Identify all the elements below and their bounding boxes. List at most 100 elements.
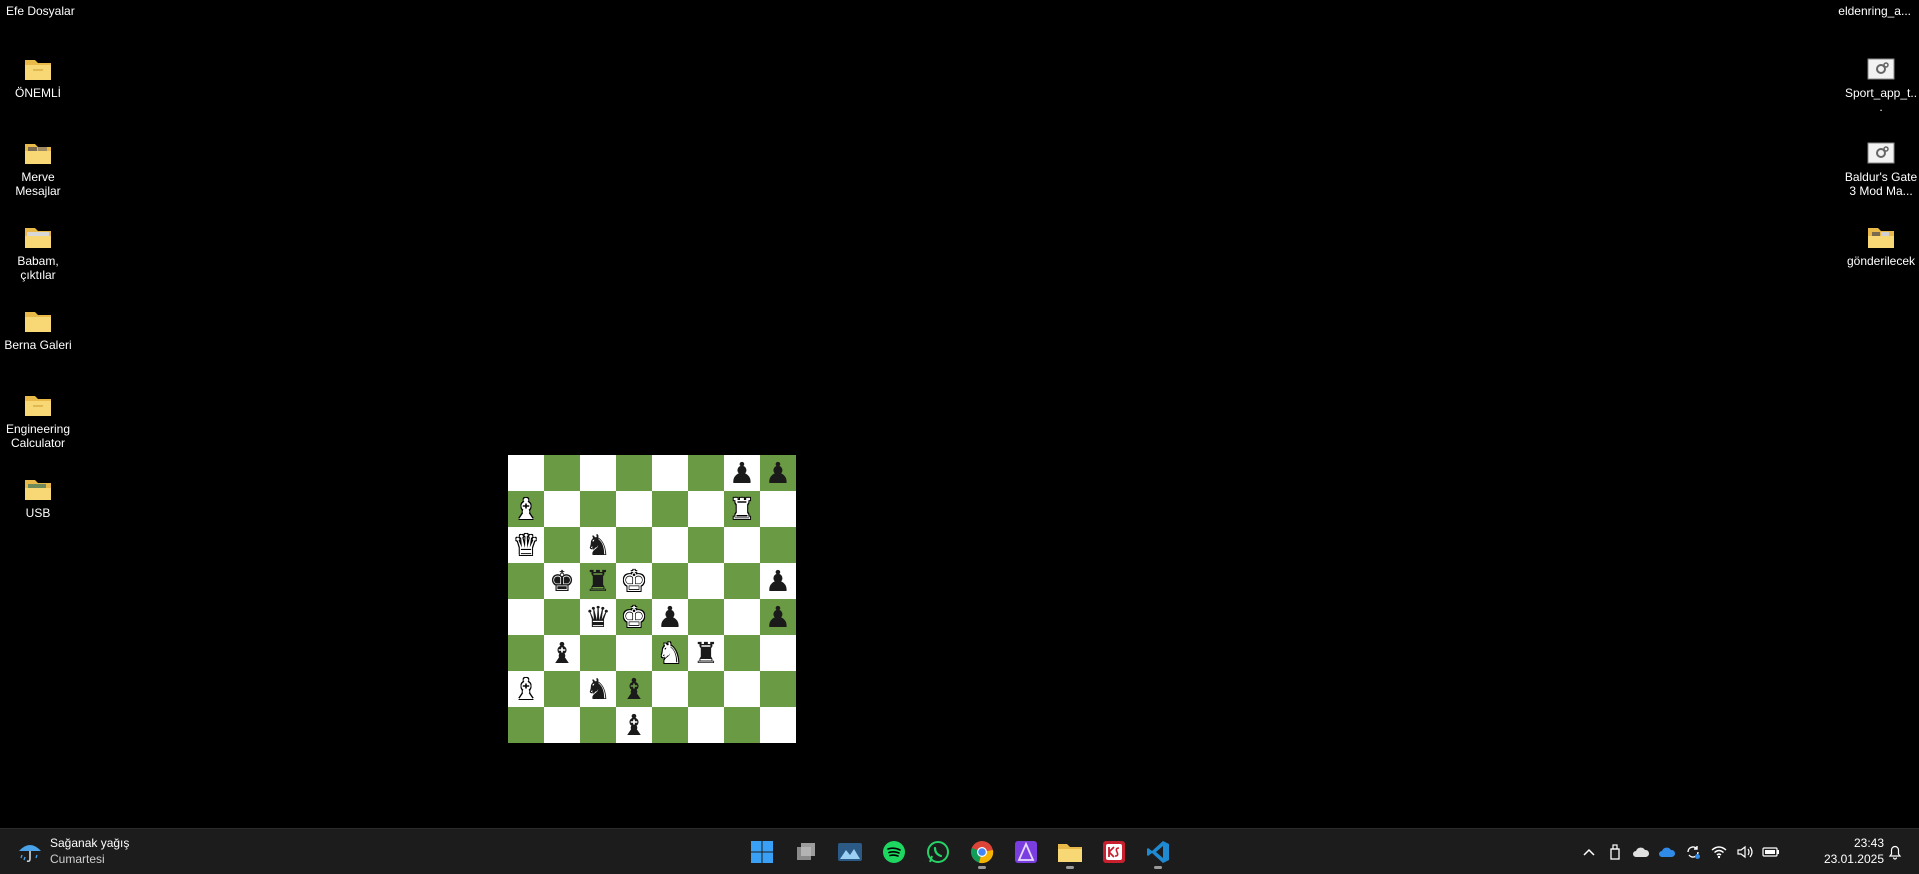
board-square[interactable]: ♞ <box>652 635 688 671</box>
board-square[interactable]: ♛ <box>580 599 616 635</box>
white-king-icon[interactable]: ♚ <box>621 563 647 599</box>
file-explorer-app[interactable] <box>1050 834 1090 870</box>
board-square[interactable]: ♟ <box>760 599 796 635</box>
white-bishop-icon[interactable]: ♝ <box>513 491 539 527</box>
board-square[interactable] <box>724 527 760 563</box>
board-square[interactable] <box>688 455 724 491</box>
board-square[interactable] <box>724 563 760 599</box>
chessboard-window[interactable]: ♟ ♟ ♝ ♜ ♛ ♞ ♚ ♜ ♚ ♟ ♛ ♚ ♟ ♟ ♝ ♞ ♜ ♝ ♞ ♝ ♝ <box>508 455 796 743</box>
board-square[interactable] <box>544 671 580 707</box>
white-bishop-icon[interactable]: ♝ <box>513 671 539 707</box>
cloud-icon[interactable] <box>1628 841 1654 863</box>
board-square[interactable]: ♝ <box>616 671 652 707</box>
board-square[interactable]: ♟ <box>760 455 796 491</box>
board-square[interactable] <box>688 671 724 707</box>
desktop-icon-onemli[interactable]: ÖNEMLİ <box>0 52 76 136</box>
desktop-icon-sport-app[interactable]: Sport_app_t... <box>1843 52 1919 136</box>
board-square[interactable] <box>580 491 616 527</box>
board-square[interactable] <box>544 599 580 635</box>
black-pawn-icon[interactable]: ♟ <box>765 455 791 491</box>
board-square[interactable] <box>688 599 724 635</box>
photos-app[interactable] <box>830 834 870 870</box>
board-square[interactable] <box>724 635 760 671</box>
board-square[interactable] <box>688 491 724 527</box>
chevron-up-icon[interactable] <box>1576 841 1602 863</box>
black-bishop-icon[interactable]: ♝ <box>549 635 575 671</box>
desktop-icon-berna-galeri[interactable]: Berna Galeri <box>0 304 76 388</box>
usb-drive-icon[interactable] <box>1602 841 1628 863</box>
board-square[interactable]: ♝ <box>508 671 544 707</box>
board-square[interactable] <box>652 563 688 599</box>
white-queen-icon[interactable]: ♛ <box>513 527 539 563</box>
board-square[interactable] <box>652 455 688 491</box>
board-square[interactable]: ♜ <box>688 635 724 671</box>
black-knight-icon[interactable]: ♞ <box>585 671 611 707</box>
black-bishop-icon[interactable]: ♝ <box>621 671 647 707</box>
black-pawn-icon[interactable]: ♟ <box>657 599 683 635</box>
spotify-app[interactable] <box>874 834 914 870</box>
battery-icon[interactable] <box>1758 841 1784 863</box>
board-square[interactable] <box>616 491 652 527</box>
board-square[interactable] <box>724 707 760 743</box>
board-square[interactable] <box>652 527 688 563</box>
black-pawn-icon[interactable]: ♟ <box>765 599 791 635</box>
board-square[interactable] <box>652 707 688 743</box>
chrome-app[interactable] <box>962 834 1002 870</box>
board-square[interactable] <box>616 455 652 491</box>
board-square[interactable]: ♚ <box>544 563 580 599</box>
board-square[interactable] <box>580 635 616 671</box>
board-square[interactable]: ♝ <box>508 491 544 527</box>
board-square[interactable] <box>544 527 580 563</box>
white-knight-icon[interactable]: ♞ <box>657 635 683 671</box>
whatsapp-app[interactable] <box>918 834 958 870</box>
board-square[interactable] <box>544 491 580 527</box>
board-square[interactable]: ♞ <box>580 527 616 563</box>
desktop-folder-label[interactable]: Efe Dosyalar <box>6 4 75 18</box>
volume-icon[interactable] <box>1732 841 1758 863</box>
black-pawn-icon[interactable]: ♟ <box>729 455 755 491</box>
notification-bell-icon[interactable] <box>1884 841 1906 863</box>
vscode-app[interactable] <box>1138 834 1178 870</box>
white-rook-icon[interactable]: ♜ <box>729 491 755 527</box>
board-square[interactable] <box>688 563 724 599</box>
board-square[interactable] <box>760 671 796 707</box>
board-square[interactable] <box>760 635 796 671</box>
board-square[interactable] <box>724 671 760 707</box>
wifi-icon[interactable] <box>1706 841 1732 863</box>
board-square[interactable]: ♚ <box>616 599 652 635</box>
start-button[interactable] <box>742 834 782 870</box>
board-square[interactable]: ♜ <box>580 563 616 599</box>
black-rook-icon[interactable]: ♜ <box>693 635 719 671</box>
black-pawn-icon[interactable]: ♟ <box>765 563 791 599</box>
board-square[interactable] <box>760 707 796 743</box>
board-square[interactable] <box>688 527 724 563</box>
white-king-icon[interactable]: ♚ <box>621 599 647 635</box>
clock[interactable]: 23:43 23.01.2025 <box>1812 835 1884 867</box>
black-rook-icon[interactable]: ♜ <box>585 563 611 599</box>
board-square[interactable]: ♜ <box>724 491 760 527</box>
board-square[interactable]: ♟ <box>760 563 796 599</box>
board-square[interactable]: ♟ <box>652 599 688 635</box>
board-square[interactable]: ♚ <box>616 563 652 599</box>
board-square[interactable] <box>652 491 688 527</box>
board-square[interactable] <box>760 491 796 527</box>
board-square[interactable] <box>544 707 580 743</box>
board-square[interactable]: ♟ <box>724 455 760 491</box>
desktop-icon-engineering-calculator[interactable]: Engineering Calculator <box>0 388 76 472</box>
board-square[interactable] <box>544 455 580 491</box>
ks-app[interactable] <box>1094 834 1134 870</box>
desktop-icon-usb[interactable]: USB <box>0 472 76 556</box>
sync-icon[interactable] <box>1680 841 1706 863</box>
board-square[interactable] <box>580 707 616 743</box>
desktop-icon-merve-mesajlar[interactable]: Merve Mesajlar <box>0 136 76 220</box>
desktop-icon-babam-ciktilar[interactable]: Babam, çıktılar <box>0 220 76 304</box>
board-square[interactable] <box>724 599 760 635</box>
board-square[interactable] <box>616 527 652 563</box>
weather-widget[interactable]: Sağanak yağış Cumartesi <box>16 835 129 867</box>
black-bishop-icon[interactable]: ♝ <box>621 707 647 743</box>
board-square[interactable] <box>508 455 544 491</box>
black-queen-icon[interactable]: ♛ <box>585 599 611 635</box>
affinity-app[interactable] <box>1006 834 1046 870</box>
black-king-icon[interactable]: ♚ <box>549 563 575 599</box>
board-square[interactable]: ♝ <box>616 707 652 743</box>
